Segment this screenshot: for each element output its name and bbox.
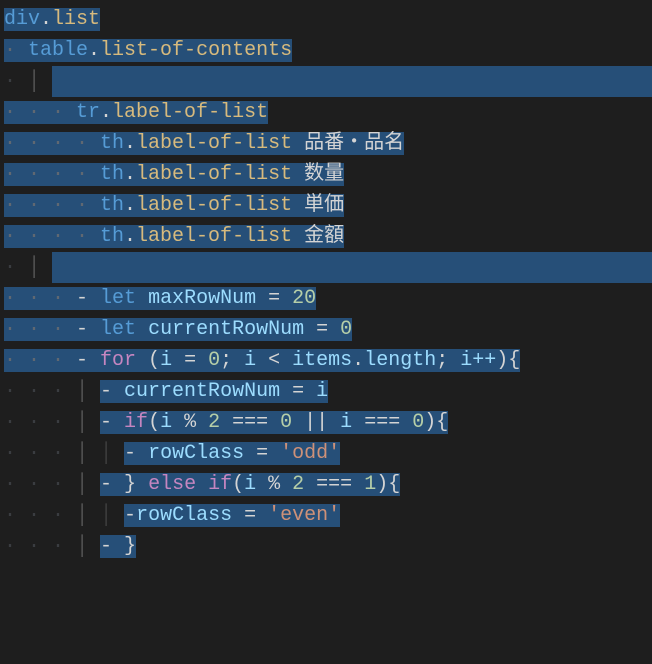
tag-token: div (4, 8, 40, 31)
tag-token: th (100, 225, 124, 248)
code-line: · · · │ - if(i % 2 === 0 || i === 0){ (4, 407, 652, 438)
tag-token: table (28, 39, 88, 62)
code-line: · · · · th.label-of-list 単価 (4, 190, 652, 221)
class-token: label-of-list (112, 101, 268, 124)
tag-token: tr (76, 101, 100, 124)
var-token: maxRowNum (148, 287, 256, 310)
code-line-blank: · │ (4, 66, 652, 97)
code-line: · · · │ - } (4, 531, 652, 562)
brace-token: } (124, 535, 136, 558)
class-token: list-of-contents (100, 39, 292, 62)
var-token: currentRowNum (148, 318, 304, 341)
text-token: 単価 (304, 194, 344, 217)
code-editor[interactable]: div.list · table.list-of-contents · │ · … (0, 0, 652, 562)
class-token: label-of-list (136, 225, 292, 248)
code-line: · · · · th.label-of-list 金額 (4, 221, 652, 252)
keyword-token: let (100, 287, 136, 310)
tag-token: th (100, 194, 124, 217)
code-line: · · · tr.label-of-list (4, 97, 652, 128)
code-line: · · · · th.label-of-list 品番・品名 (4, 128, 652, 159)
text-token: 品番・品名 (304, 132, 404, 155)
var-token: rowClass (148, 442, 244, 465)
class-token: label-of-list (136, 132, 292, 155)
code-line: · · · - for (i = 0; i < items.length; i+… (4, 345, 652, 376)
keyword-token: else (148, 473, 196, 496)
tag-token: th (100, 132, 124, 155)
keyword-token: let (100, 318, 136, 341)
code-line: · · · │ │ - rowClass = 'odd' (4, 438, 652, 469)
var-token: rowClass (136, 504, 232, 527)
code-line: · · · · th.label-of-list 数量 (4, 159, 652, 190)
text-token: 金額 (304, 225, 344, 248)
class-token: list (52, 8, 100, 31)
keyword-token: if (124, 411, 148, 434)
code-line-blank: · │ (4, 252, 652, 283)
string-token: 'even' (268, 504, 340, 527)
class-token: label-of-list (136, 163, 292, 186)
code-line: · table.list-of-contents (4, 35, 652, 66)
tag-token: th (100, 163, 124, 186)
number-token: 0 (340, 318, 352, 341)
code-line: · · · │ │ -rowClass = 'even' (4, 500, 652, 531)
code-line: · · · - let maxRowNum = 20 (4, 283, 652, 314)
code-line: · · · │ - currentRowNum = i (4, 376, 652, 407)
var-token: currentRowNum (124, 380, 280, 403)
number-token: 20 (292, 287, 316, 310)
class-token: label-of-list (136, 194, 292, 217)
code-line: div.list (4, 4, 652, 35)
text-token: 数量 (304, 163, 344, 186)
keyword-token: for (100, 349, 136, 372)
code-line: · · · - let currentRowNum = 0 (4, 314, 652, 345)
code-line: · · · │ - } else if(i % 2 === 1){ (4, 469, 652, 500)
string-token: 'odd' (280, 442, 340, 465)
